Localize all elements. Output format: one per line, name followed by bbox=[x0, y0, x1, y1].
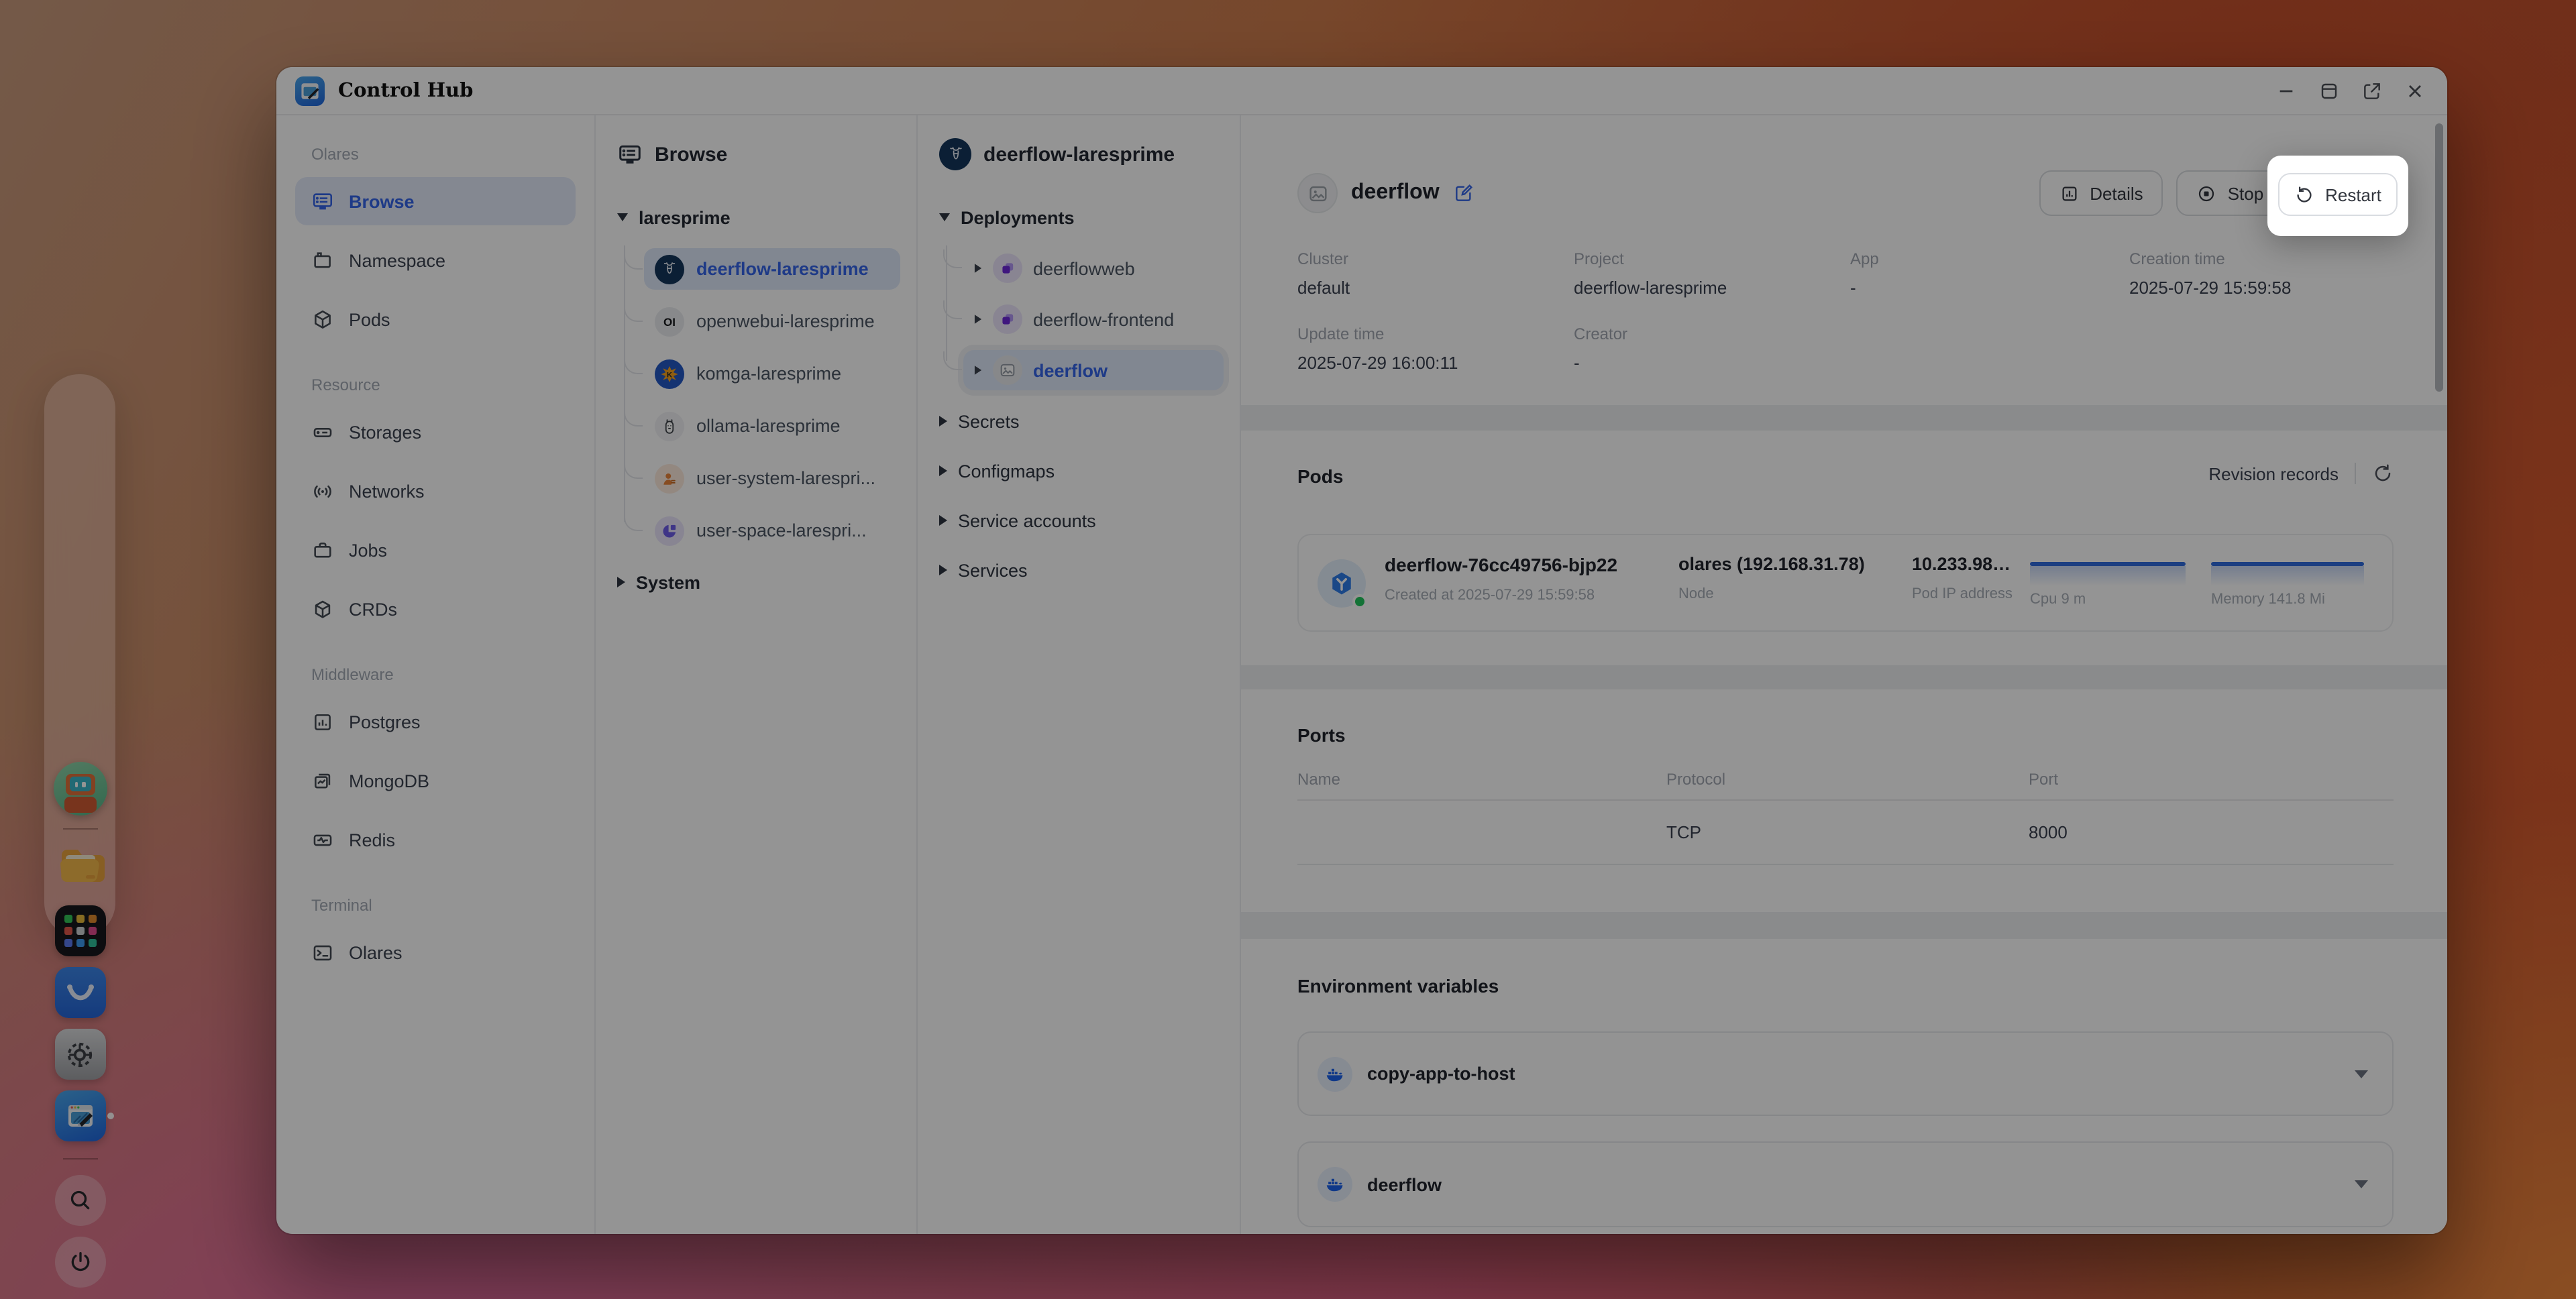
restart-button-label: Restart bbox=[2325, 184, 2381, 205]
restart-icon bbox=[2294, 184, 2314, 205]
dim-overlay bbox=[0, 0, 2576, 1299]
restart-button[interactable]: Restart bbox=[2278, 173, 2398, 216]
restart-spotlight: Restart bbox=[2267, 156, 2408, 236]
desktop: Control Hub Olares Browse Namespace bbox=[0, 0, 2576, 1299]
